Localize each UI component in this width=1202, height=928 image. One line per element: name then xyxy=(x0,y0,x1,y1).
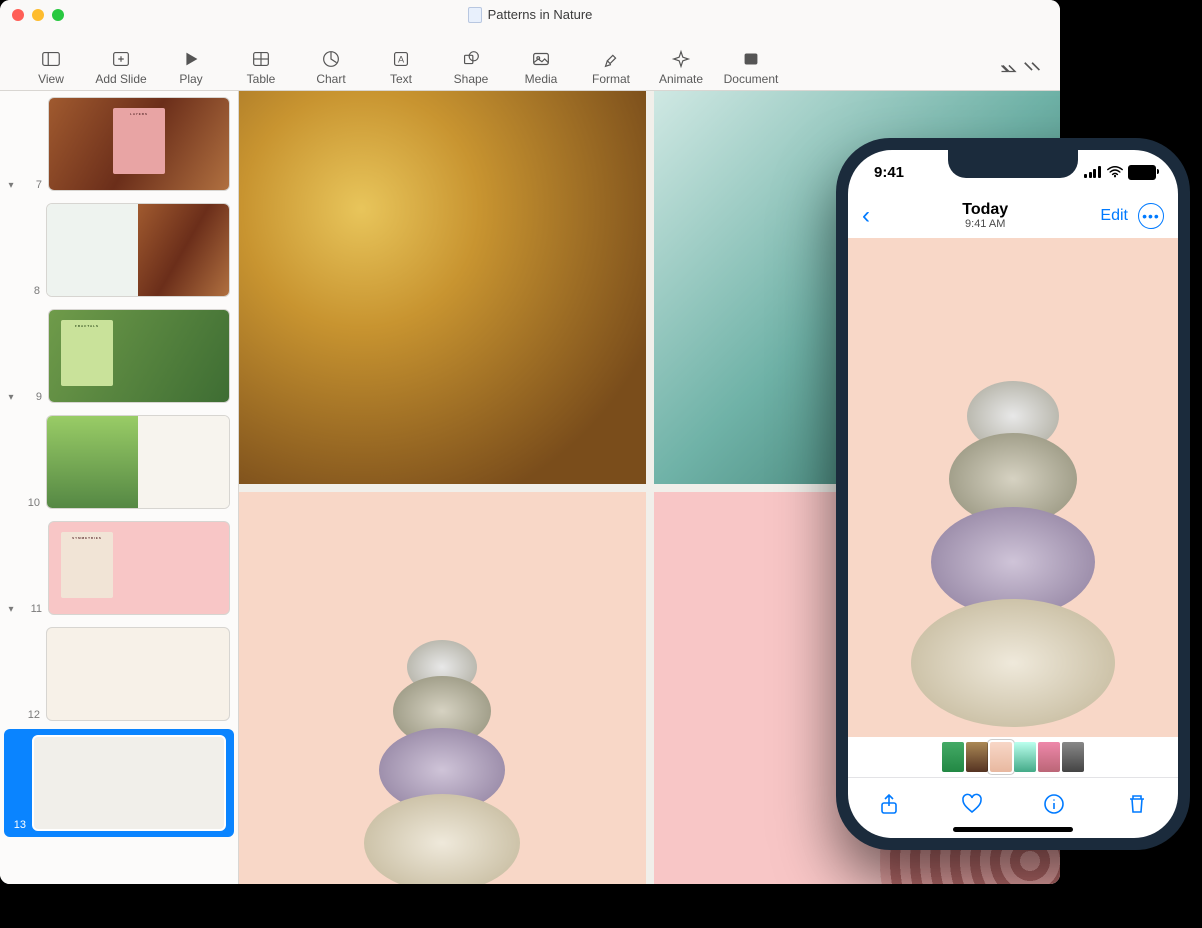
thumbnail xyxy=(46,627,230,721)
window-controls xyxy=(12,9,64,21)
document-title: Patterns in Nature xyxy=(0,0,1060,29)
image-honeycomb[interactable] xyxy=(239,91,646,484)
view-label: View xyxy=(38,72,64,86)
thumbnail xyxy=(32,735,226,831)
slide-number: 10 xyxy=(22,497,40,509)
shape-button[interactable]: Shape xyxy=(440,48,502,86)
home-indicator[interactable] xyxy=(953,827,1073,832)
add-slide-button[interactable]: Add Slide xyxy=(90,48,152,86)
disclosure-arrow-icon[interactable]: ▾ xyxy=(4,604,18,615)
title-text: Patterns in Nature xyxy=(488,7,593,22)
svg-text:A: A xyxy=(398,55,405,65)
thumbnail xyxy=(46,203,230,297)
format-button[interactable]: Format xyxy=(580,48,642,86)
media-label: Media xyxy=(525,72,558,86)
view-button[interactable]: View xyxy=(20,48,82,86)
minimize-button[interactable] xyxy=(32,9,44,21)
chart-button[interactable]: Chart xyxy=(300,48,362,86)
animate-label: Animate xyxy=(659,72,703,86)
play-button[interactable]: Play xyxy=(160,48,222,86)
share-button[interactable] xyxy=(877,792,901,821)
play-label: Play xyxy=(179,72,202,86)
slide-title: FRACTALS xyxy=(65,324,109,328)
slide-navigator[interactable]: ▾ 7 LAYERS 8 ▾ 9 FRACTALS 10 xyxy=(0,91,239,884)
more-button[interactable]: ••• xyxy=(1138,203,1164,229)
animate-button[interactable]: Animate xyxy=(650,48,712,86)
fullscreen-button[interactable] xyxy=(52,9,64,21)
titlebar: Patterns in Nature xyxy=(0,0,1060,30)
slide-number: 9 xyxy=(24,391,42,403)
nav-subtitle: 9:41 AM xyxy=(962,219,1008,231)
slide-thumb-9[interactable]: ▾ 9 FRACTALS xyxy=(0,303,238,409)
thumb[interactable] xyxy=(966,742,988,772)
thumbnail: FRACTALS xyxy=(48,309,230,403)
chart-label: Chart xyxy=(316,72,345,86)
thumb[interactable] xyxy=(942,742,964,772)
thumb[interactable] xyxy=(1014,742,1036,772)
slide-number: 11 xyxy=(24,603,42,615)
slide-number: 13 xyxy=(8,819,26,831)
status-icons xyxy=(1084,165,1156,180)
add-slide-label: Add Slide xyxy=(95,72,146,86)
slide-thumb-11[interactable]: ▾ 11 SYMMETRIES xyxy=(0,515,238,621)
document-icon xyxy=(468,7,482,23)
disclosure-arrow-icon[interactable]: ▾ xyxy=(4,392,18,403)
thumbnail: SYMMETRIES xyxy=(48,521,230,615)
notch xyxy=(948,150,1078,178)
toolbar-overflow-button[interactable] xyxy=(992,60,1052,86)
document-label: Document xyxy=(724,72,779,86)
shape-label: Shape xyxy=(454,72,489,86)
disclosure-arrow-icon[interactable]: ▾ xyxy=(4,180,18,191)
slide-thumb-7[interactable]: ▾ 7 LAYERS xyxy=(0,91,238,197)
nav-title-text: Today xyxy=(962,201,1008,218)
nav-title: Today 9:41 AM xyxy=(962,202,1008,230)
favorite-button[interactable] xyxy=(960,792,984,821)
status-time: 9:41 xyxy=(874,164,904,181)
text-label: Text xyxy=(390,72,412,86)
thumb-selected[interactable] xyxy=(990,742,1012,772)
iphone-device: 9:41 ‹ Today 9:41 AM Edit ••• xyxy=(836,138,1190,850)
filmstrip[interactable] xyxy=(848,737,1178,777)
table-button[interactable]: Table xyxy=(230,48,292,86)
slide-number: 7 xyxy=(24,179,42,191)
info-button[interactable] xyxy=(1042,792,1066,821)
close-button[interactable] xyxy=(12,9,24,21)
delete-button[interactable] xyxy=(1125,792,1149,821)
wifi-icon xyxy=(1107,166,1123,178)
toolbar: View Add Slide Play Table Chart A Text xyxy=(0,30,1060,91)
slide-thumb-8[interactable]: 8 xyxy=(0,197,238,303)
back-button[interactable]: ‹ xyxy=(862,202,870,230)
toolbar-items: View Add Slide Play Table Chart A Text xyxy=(20,48,782,86)
slide-thumb-12[interactable]: 12 xyxy=(0,621,238,727)
media-button[interactable]: Media xyxy=(510,48,572,86)
iphone-screen: 9:41 ‹ Today 9:41 AM Edit ••• xyxy=(848,150,1178,838)
photo-viewer[interactable] xyxy=(848,238,1178,737)
slide-number: 8 xyxy=(22,285,40,297)
battery-icon xyxy=(1128,165,1156,180)
nav-right: Edit ••• xyxy=(1100,203,1164,229)
slide-title: LAYERS xyxy=(117,112,161,116)
slide-number: 12 xyxy=(22,709,40,721)
slide-title: SYMMETRIES xyxy=(65,536,109,540)
edit-button[interactable]: Edit xyxy=(1100,207,1128,225)
table-label: Table xyxy=(247,72,276,86)
thumbnail: LAYERS xyxy=(48,97,230,191)
thumbnail xyxy=(46,415,230,509)
format-label: Format xyxy=(592,72,630,86)
nav-bar: ‹ Today 9:41 AM Edit ••• xyxy=(848,194,1178,238)
thumb[interactable] xyxy=(1062,742,1084,772)
text-button[interactable]: A Text xyxy=(370,48,432,86)
document-button[interactable]: Document xyxy=(720,48,782,86)
image-urchin-stack[interactable] xyxy=(239,492,646,885)
slide-thumb-10[interactable]: 10 xyxy=(0,409,238,515)
cellular-icon xyxy=(1084,166,1102,178)
slide-thumb-13[interactable]: 13 xyxy=(4,729,234,837)
thumb[interactable] xyxy=(1038,742,1060,772)
